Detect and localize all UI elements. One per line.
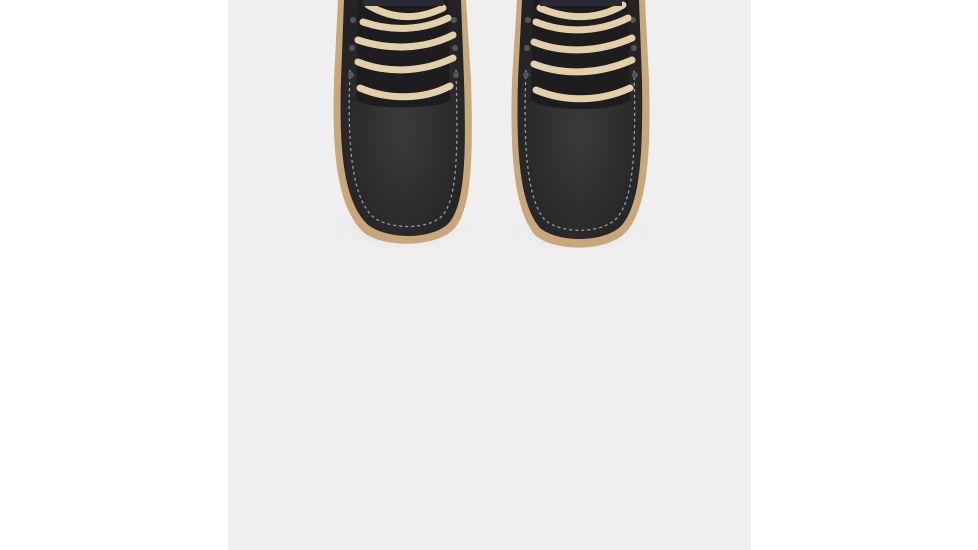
left-boot xyxy=(333,0,472,244)
right-boot xyxy=(511,0,650,248)
right-boot-collar xyxy=(540,0,622,6)
product-photo-panel xyxy=(228,0,751,550)
left-boot-collar xyxy=(363,0,443,6)
page xyxy=(0,0,978,550)
boots-illustration xyxy=(325,0,658,258)
